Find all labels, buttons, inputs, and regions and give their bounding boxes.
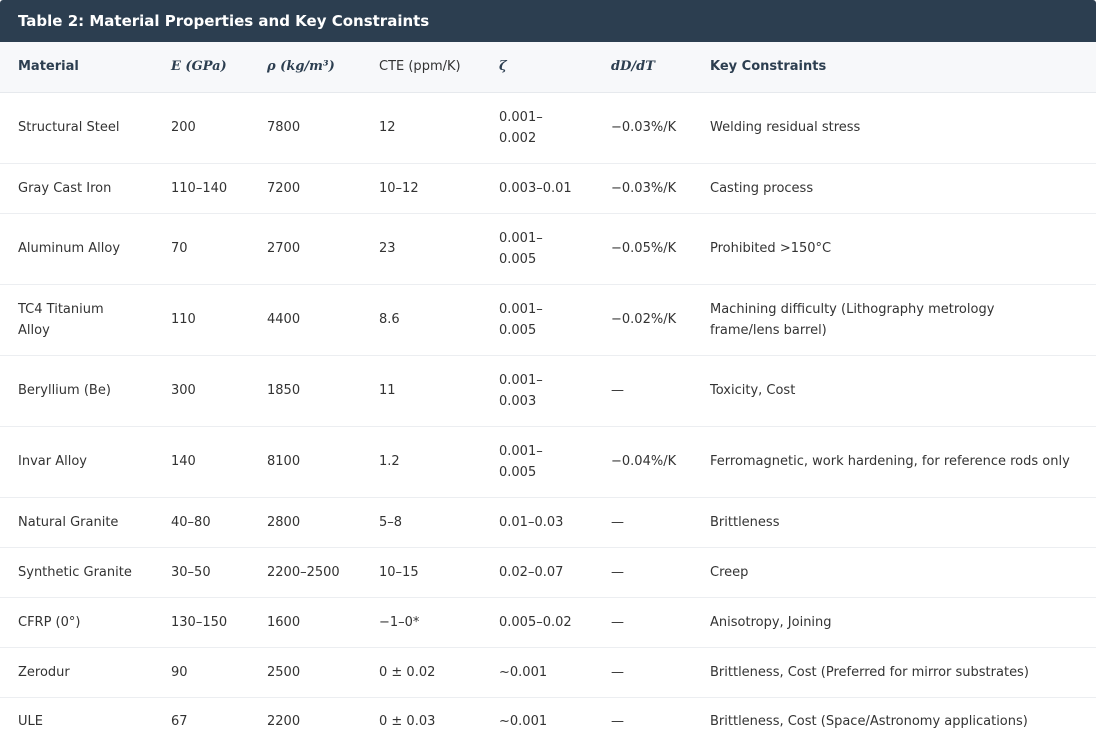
cell-zeta: 0.001–0.005: [481, 213, 593, 285]
cell-rho: 2700: [249, 213, 361, 285]
header-rho: ρ (kg/m³): [249, 42, 361, 93]
table-row: Aluminum Alloy 70 2700 23 0.001–0.005 −0…: [0, 213, 1096, 285]
cell-e: 30–50: [153, 547, 249, 598]
table-row: ULE 67 2200 0 ± 0.03 ~0.001 — Brittlenes…: [0, 697, 1096, 745]
cell-material: Natural Granite: [0, 497, 153, 548]
cell-rho: 4400: [249, 284, 361, 356]
table-row: Beryllium (Be) 300 1850 11 0.001–0.003 —…: [0, 355, 1096, 427]
cell-dddt: —: [593, 355, 692, 427]
cell-constraints: Welding residual stress: [692, 92, 1096, 164]
cell-dddt: —: [593, 697, 692, 745]
cell-e: 90: [153, 647, 249, 698]
cell-rho: 1600: [249, 597, 361, 648]
cell-zeta: 0.01–0.03: [481, 497, 593, 548]
cell-material: Invar Alloy: [0, 426, 153, 498]
cell-constraints: Toxicity, Cost: [692, 355, 1096, 427]
cell-dddt: —: [593, 647, 692, 698]
cell-cte: 12: [361, 92, 481, 164]
cell-zeta: 0.001–0.005: [481, 284, 593, 356]
cell-constraints: Brittleness: [692, 497, 1096, 548]
table-row: Invar Alloy 140 8100 1.2 0.001–0.005 −0.…: [0, 426, 1096, 498]
cell-zeta: 0.001–0.005: [481, 426, 593, 498]
cell-material: Synthetic Granite: [0, 547, 153, 598]
cell-zeta: 0.02–0.07: [481, 547, 593, 598]
cell-cte: 8.6: [361, 284, 481, 356]
cell-dddt: —: [593, 547, 692, 598]
cell-cte: 1.2: [361, 426, 481, 498]
cell-constraints: Machining difficulty (Lithography metrol…: [692, 284, 1096, 356]
cell-cte: 0 ± 0.03: [361, 697, 481, 745]
cell-rho: 8100: [249, 426, 361, 498]
cell-e: 140: [153, 426, 249, 498]
table-row: Zerodur 90 2500 0 ± 0.02 ~0.001 — Brittl…: [0, 647, 1096, 698]
cell-e: 67: [153, 697, 249, 745]
cell-material: Zerodur: [0, 647, 153, 698]
cell-rho: 2200: [249, 697, 361, 745]
cell-cte: 10–12: [361, 163, 481, 214]
cell-dddt: −0.02%/K: [593, 284, 692, 356]
cell-e: 300: [153, 355, 249, 427]
cell-rho: 2200–2500: [249, 547, 361, 598]
cell-rho: 7800: [249, 92, 361, 164]
table-row: Structural Steel 200 7800 12 0.001–0.002…: [0, 92, 1096, 164]
material-table-card: Table 2: Material Properties and Key Con…: [0, 0, 1096, 745]
cell-rho: 7200: [249, 163, 361, 214]
cell-zeta: ~0.001: [481, 697, 593, 745]
cell-constraints: Brittleness, Cost (Space/Astronomy appli…: [692, 697, 1096, 745]
cell-zeta: 0.001–0.002: [481, 92, 593, 164]
cell-zeta: 0.003–0.01: [481, 163, 593, 214]
cell-zeta: ~0.001: [481, 647, 593, 698]
cell-cte: −1–0*: [361, 597, 481, 648]
cell-rho: 2800: [249, 497, 361, 548]
cell-zeta: 0.005–0.02: [481, 597, 593, 648]
header-zeta: ζ: [481, 42, 593, 93]
cell-material: Structural Steel: [0, 92, 153, 164]
header-material: Material: [0, 42, 153, 93]
table-title: Table 2: Material Properties and Key Con…: [0, 0, 1096, 42]
cell-rho: 2500: [249, 647, 361, 698]
cell-zeta: 0.001–0.003: [481, 355, 593, 427]
cell-material: Gray Cast Iron: [0, 163, 153, 214]
cell-dddt: —: [593, 597, 692, 648]
cell-material: ULE: [0, 697, 153, 745]
cell-e: 110–140: [153, 163, 249, 214]
table-row: Natural Granite 40–80 2800 5–8 0.01–0.03…: [0, 497, 1096, 548]
cell-dddt: −0.04%/K: [593, 426, 692, 498]
cell-material: TC4 Titanium Alloy: [0, 284, 153, 356]
cell-constraints: Anisotropy, Joining: [692, 597, 1096, 648]
cell-constraints: Prohibited >150°C: [692, 213, 1096, 285]
cell-e: 110: [153, 284, 249, 356]
cell-material: Beryllium (Be): [0, 355, 153, 427]
cell-material: Aluminum Alloy: [0, 213, 153, 285]
cell-constraints: Ferromagnetic, work hardening, for refer…: [692, 426, 1096, 498]
table-row: Synthetic Granite 30–50 2200–2500 10–15 …: [0, 547, 1096, 598]
table-row: Gray Cast Iron 110–140 7200 10–12 0.003–…: [0, 163, 1096, 214]
cell-constraints: Brittleness, Cost (Preferred for mirror …: [692, 647, 1096, 698]
cell-cte: 23: [361, 213, 481, 285]
cell-dddt: —: [593, 497, 692, 548]
header-constraints: Key Constraints: [692, 42, 1096, 93]
cell-rho: 1850: [249, 355, 361, 427]
cell-cte: 0 ± 0.02: [361, 647, 481, 698]
cell-constraints: Casting process: [692, 163, 1096, 214]
cell-e: 70: [153, 213, 249, 285]
material-properties-table: Material E (GPa) ρ (kg/m³) CTE (ppm/K) ζ…: [0, 42, 1096, 745]
cell-cte: 5–8: [361, 497, 481, 548]
cell-cte: 10–15: [361, 547, 481, 598]
table-row: TC4 Titanium Alloy 110 4400 8.6 0.001–0.…: [0, 284, 1096, 356]
header-dddt: dD/dT: [593, 42, 692, 93]
cell-cte: 11: [361, 355, 481, 427]
cell-dddt: −0.05%/K: [593, 213, 692, 285]
cell-dddt: −0.03%/K: [593, 92, 692, 164]
cell-material: CFRP (0°): [0, 597, 153, 648]
cell-e: 40–80: [153, 497, 249, 548]
header-row: Material E (GPa) ρ (kg/m³) CTE (ppm/K) ζ…: [0, 42, 1096, 93]
cell-dddt: −0.03%/K: [593, 163, 692, 214]
header-e: E (GPa): [153, 42, 249, 93]
header-cte: CTE (ppm/K): [361, 42, 481, 93]
cell-e: 200: [153, 92, 249, 164]
cell-e: 130–150: [153, 597, 249, 648]
table-row: CFRP (0°) 130–150 1600 −1–0* 0.005–0.02 …: [0, 597, 1096, 648]
cell-constraints: Creep: [692, 547, 1096, 598]
